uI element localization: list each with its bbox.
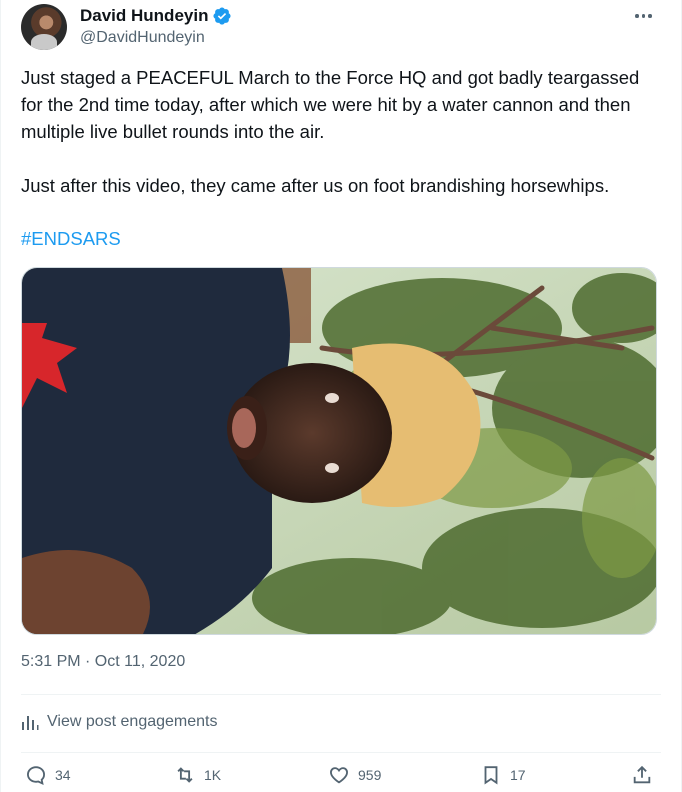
author-name-row[interactable]: David Hundeyin (80, 6, 232, 26)
action-bar: 34 1K 959 17 (21, 764, 661, 792)
bar-chart-icon (22, 716, 39, 730)
share-button[interactable] (631, 764, 653, 786)
tweet-text: Just staged a PEACEFUL March to the Forc… (21, 67, 640, 196)
bookmark-count: 17 (510, 767, 526, 783)
verified-badge-icon (213, 7, 232, 25)
bookmark-button[interactable]: 17 (480, 764, 526, 786)
tweet-timestamp[interactable]: 5:31 PM · Oct 11, 2020 (21, 653, 185, 671)
like-button[interactable]: 959 (328, 764, 381, 786)
bookmark-icon (484, 766, 498, 785)
reply-icon (27, 766, 45, 786)
hashtag-link[interactable]: #ENDSARS (21, 228, 121, 250)
tweet-header: David Hundeyin @DavidHundeyin (21, 4, 661, 54)
share-icon (633, 765, 651, 784)
divider (21, 694, 661, 695)
reply-button[interactable]: 34 (25, 764, 71, 786)
like-count: 959 (358, 767, 382, 783)
reply-count: 34 (55, 767, 71, 783)
view-engagements-label[interactable]: View post engagements (47, 713, 217, 731)
repost-button[interactable]: 1K (174, 764, 221, 786)
video-frame-image (22, 268, 656, 634)
repost-icon (177, 767, 193, 783)
author-handle[interactable]: @DavidHundeyin (80, 29, 205, 47)
video-thumbnail[interactable] (21, 267, 657, 635)
divider (21, 752, 661, 753)
tweet-card: David Hundeyin @DavidHundeyin Just stage… (0, 0, 682, 792)
heart-icon (330, 767, 348, 784)
view-engagements-link[interactable]: View post engagements (21, 713, 217, 731)
author-display-name[interactable]: David Hundeyin (80, 6, 208, 26)
more-options-icon[interactable] (635, 10, 655, 22)
avatar[interactable] (21, 4, 67, 50)
repost-count: 1K (204, 767, 222, 783)
